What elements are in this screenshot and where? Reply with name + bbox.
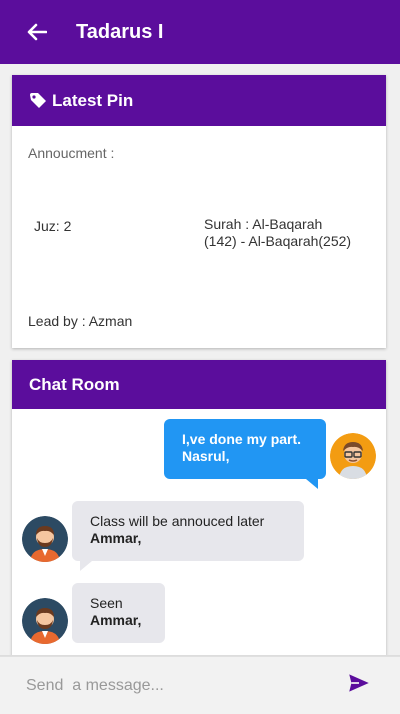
message-text: I,ve done my part. — [182, 431, 302, 447]
message-input[interactable] — [14, 669, 324, 703]
page-title: Tadarus I — [76, 20, 164, 43]
message-text: Seen — [90, 595, 123, 611]
latest-pin-title: Latest Pin — [52, 90, 134, 110]
user-avatar-icon — [22, 598, 68, 644]
tag-icon — [30, 92, 46, 108]
message-bubble-incoming[interactable]: Seen Ammar, — [72, 583, 165, 643]
bubble-tail — [80, 561, 92, 571]
app-bar: Tadarus I — [0, 0, 400, 64]
surah-text: Surah : Al-Baqarah (142) - Al-Baqarah(25… — [204, 216, 352, 249]
message-sender: Nasrul, — [182, 448, 230, 464]
message-bubble-incoming[interactable]: Class will be annouced later Ammar, — [72, 501, 304, 561]
avatar-nasrul[interactable] — [330, 433, 376, 479]
chat-room-header: Chat Room — [12, 360, 386, 409]
latest-pin-header: Latest Pin — [12, 75, 386, 126]
message-text: Class will be annouced later — [90, 513, 265, 529]
back-button[interactable] — [22, 17, 52, 47]
send-button[interactable] — [346, 670, 372, 696]
juz-text: Juz: 2 — [34, 218, 72, 234]
send-icon — [349, 674, 369, 692]
chat-room-card: Chat Room I,ve done my part. Nasrul, Cla… — [12, 360, 386, 656]
message-bubble-outgoing[interactable]: I,ve done my part. Nasrul, — [164, 419, 326, 479]
user-avatar-icon — [22, 516, 68, 562]
avatar-ammar[interactable] — [22, 598, 68, 644]
bubble-tail — [306, 479, 318, 489]
message-sender: Ammar, — [90, 530, 142, 546]
arrow-left-icon — [27, 23, 47, 41]
avatar-ammar[interactable] — [22, 516, 68, 562]
message-composer — [0, 656, 400, 714]
lead-by-text: Lead by : Azman — [28, 313, 133, 329]
chat-room-title: Chat Room — [29, 374, 120, 394]
announcement-label: Annoucment : — [28, 145, 115, 161]
latest-pin-card: Latest Pin Annoucment : Juz: 2 Surah : A… — [12, 75, 386, 348]
message-sender: Ammar, — [90, 612, 142, 628]
user-avatar-icon — [330, 433, 376, 479]
